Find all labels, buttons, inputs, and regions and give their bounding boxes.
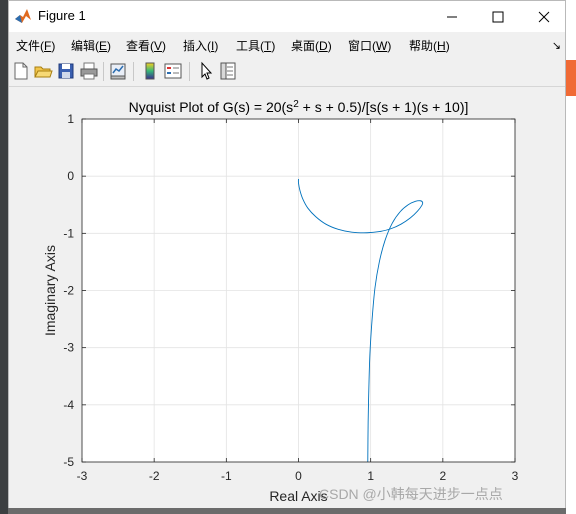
figure-canvas: -3 -2 -1 0 1 2 3 1 0 -1 -2 -3 -4 -5 Nyquist Plot of G… [9, 87, 565, 508]
window-title: Figure 1 [38, 8, 86, 23]
menu-tools[interactable]: 工具(T) [236, 37, 275, 54]
minimize-button[interactable] [429, 1, 475, 32]
link-plot-icon[interactable] [108, 61, 128, 81]
open-file-icon[interactable] [33, 61, 53, 81]
close-button[interactable] [521, 1, 567, 32]
menu-window[interactable]: 窗口(W) [348, 37, 391, 54]
x-tick-label: 1 [367, 469, 374, 483]
x-tick-label: 0 [295, 469, 302, 483]
matlab-logo-icon [14, 7, 32, 25]
y-axis-label: Imaginary Axis [42, 245, 58, 336]
menu-edit[interactable]: 编辑(E) [71, 37, 111, 54]
toolbar-separator [103, 62, 104, 81]
maximize-button[interactable] [475, 1, 521, 32]
x-tick-label: -2 [149, 469, 160, 483]
menu-file[interactable]: 文件(F) [16, 37, 55, 54]
menu-help[interactable]: 帮助(H) [409, 37, 450, 54]
y-tick-label: 1 [67, 112, 74, 126]
x-tick-label: -3 [77, 469, 88, 483]
nyquist-plot[interactable]: -3 -2 -1 0 1 2 3 1 0 -1 -2 -3 -4 -5 Nyquist Plot of G… [9, 87, 565, 508]
figure-window: Figure 1 文件(F) 编辑(E) 查看(V) 插入(I) 工具(T) 桌… [8, 0, 566, 508]
new-figure-icon[interactable] [11, 61, 31, 81]
y-tick-label: -5 [63, 455, 74, 469]
close-icon [538, 11, 550, 22]
toolbar-separator [189, 62, 190, 81]
minimize-icon [447, 16, 457, 17]
y-tick-label: -2 [63, 284, 74, 298]
figure-toolbar [9, 57, 565, 87]
save-icon[interactable] [56, 61, 76, 81]
background-editor-left [0, 0, 8, 514]
legend-icon[interactable] [163, 61, 183, 81]
title-bar[interactable]: Figure 1 [9, 1, 565, 32]
y-tick-label: 0 [67, 169, 74, 183]
background-accent-tab [566, 60, 576, 96]
x-tick-label: 3 [512, 469, 519, 483]
menu-bar: 文件(F) 编辑(E) 查看(V) 插入(I) 工具(T) 桌面(D) 窗口(W… [9, 32, 565, 57]
property-inspector-icon[interactable] [218, 61, 238, 81]
y-tick-label: -3 [63, 341, 74, 355]
maximize-icon [492, 11, 504, 22]
dock-arrow-icon[interactable]: ↘ [552, 39, 561, 52]
y-tick-label: -4 [63, 398, 74, 412]
menu-view[interactable]: 查看(V) [126, 37, 166, 54]
x-tick-label: -1 [221, 469, 232, 483]
menu-insert[interactable]: 插入(I) [183, 37, 218, 54]
toolbar-separator [133, 62, 134, 81]
print-icon[interactable] [79, 61, 99, 81]
watermark-text: CSDN @小韩每天进步一点点 [319, 486, 503, 502]
y-tick-label: -1 [63, 226, 74, 240]
chart-title: Nyquist Plot of G(s) = 20(s2 + s + 0.5)/… [129, 99, 469, 116]
menu-desktop[interactable]: 桌面(D) [291, 37, 332, 54]
x-tick-label: 2 [439, 469, 446, 483]
edit-plot-icon[interactable] [196, 61, 216, 81]
colorbar-icon[interactable] [140, 61, 160, 81]
